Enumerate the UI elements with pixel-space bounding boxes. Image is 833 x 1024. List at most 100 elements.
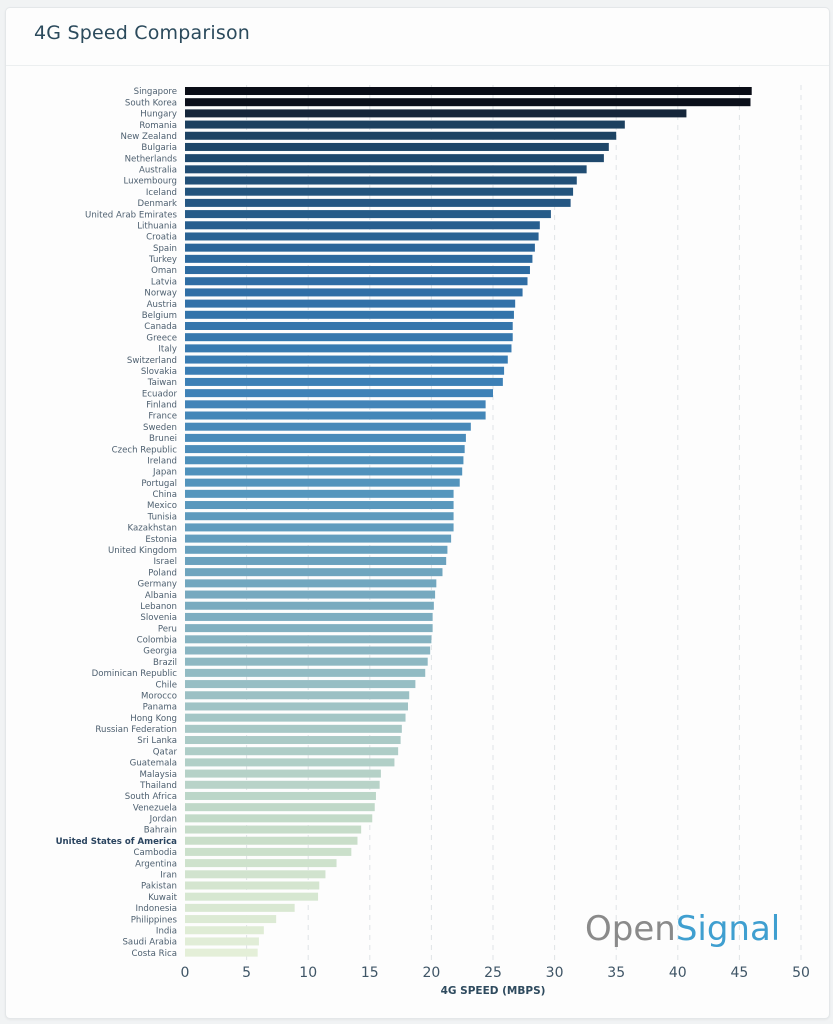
bar[interactable] [185, 512, 454, 521]
bar[interactable] [185, 243, 535, 252]
category-label: Japan [152, 468, 177, 478]
bar[interactable] [185, 747, 399, 756]
bar[interactable] [185, 758, 395, 767]
bar[interactable] [185, 556, 447, 565]
logo-open: Open [585, 909, 676, 949]
category-label: Albania [145, 591, 177, 601]
bar[interactable] [185, 736, 401, 745]
bar[interactable] [185, 277, 528, 286]
category-label: Morocco [141, 691, 177, 701]
bars [185, 87, 752, 957]
bar[interactable] [185, 254, 533, 263]
category-label: Estonia [145, 535, 177, 545]
bar[interactable] [185, 411, 486, 420]
bar[interactable] [185, 713, 406, 722]
category-label: Bahrain [144, 826, 177, 836]
bar[interactable] [185, 478, 460, 487]
bar[interactable] [185, 612, 433, 621]
bar[interactable] [185, 131, 617, 140]
bar[interactable] [185, 154, 604, 163]
category-label: Philippines [131, 915, 178, 925]
bar[interactable] [185, 769, 381, 778]
bar[interactable] [185, 98, 751, 107]
bar[interactable] [185, 221, 540, 230]
bar[interactable] [185, 780, 380, 789]
bar[interactable] [185, 545, 448, 554]
bar[interactable] [185, 825, 362, 834]
bar[interactable] [185, 903, 295, 912]
category-label: Jordan [149, 815, 177, 825]
bar[interactable] [185, 836, 358, 845]
x-axis-label: 4G SPEED (MBPS) [441, 985, 546, 997]
bar[interactable] [185, 120, 625, 129]
bar[interactable] [185, 165, 587, 174]
bar[interactable] [185, 445, 465, 454]
bar[interactable] [185, 377, 503, 386]
bar[interactable] [185, 310, 514, 319]
bar[interactable] [185, 142, 609, 151]
bar[interactable] [185, 456, 464, 465]
bar[interactable] [185, 333, 513, 342]
category-label: Latvia [151, 277, 177, 287]
bar[interactable] [185, 881, 320, 890]
bar[interactable] [185, 523, 454, 532]
bar[interactable] [185, 702, 408, 711]
bar[interactable] [185, 624, 433, 633]
bar[interactable] [185, 579, 437, 588]
bar[interactable] [185, 288, 523, 297]
category-label: Lebanon [140, 602, 177, 612]
bar[interactable] [185, 210, 551, 219]
bar[interactable] [185, 590, 436, 599]
bar[interactable] [185, 176, 577, 185]
category-label: Singapore [134, 87, 177, 97]
bar[interactable] [185, 691, 410, 700]
bar[interactable] [185, 366, 505, 375]
category-label: Chile [155, 680, 177, 690]
bar[interactable] [185, 87, 752, 95]
bar[interactable] [185, 847, 352, 856]
bar[interactable] [185, 400, 486, 409]
bar[interactable] [185, 601, 434, 610]
bar[interactable] [185, 870, 326, 879]
bar[interactable] [185, 724, 402, 733]
bar[interactable] [185, 534, 452, 543]
bar[interactable] [185, 321, 513, 330]
x-tick-label: 5 [242, 965, 251, 981]
bar[interactable] [185, 859, 337, 868]
bar[interactable] [185, 433, 466, 442]
logo-signal: Signal [676, 909, 780, 949]
bar[interactable] [185, 355, 508, 364]
category-label: United States of America [56, 837, 178, 847]
bar[interactable] [185, 568, 443, 577]
bar[interactable] [185, 266, 530, 275]
bar[interactable] [185, 668, 426, 677]
category-label: Georgia [143, 647, 177, 657]
bar[interactable] [185, 187, 574, 196]
bar[interactable] [185, 937, 259, 946]
bar[interactable] [185, 791, 376, 800]
bar[interactable] [185, 635, 432, 644]
bar[interactable] [185, 501, 454, 510]
bar[interactable] [185, 109, 687, 118]
bar[interactable] [185, 344, 512, 353]
x-tick-label: 30 [546, 965, 564, 981]
bar[interactable] [185, 422, 471, 431]
bar[interactable] [185, 680, 416, 689]
bar[interactable] [185, 389, 493, 398]
category-label: Hong Kong [130, 714, 177, 724]
bar[interactable] [185, 646, 431, 655]
bar[interactable] [185, 803, 375, 812]
category-label: Thailand [139, 781, 177, 791]
bar[interactable] [185, 915, 277, 924]
bar[interactable] [185, 926, 264, 935]
bar[interactable] [185, 198, 571, 207]
bar[interactable] [185, 489, 454, 498]
bar[interactable] [185, 814, 373, 823]
bar[interactable] [185, 892, 319, 901]
bar[interactable] [185, 657, 428, 666]
bar[interactable] [185, 467, 463, 476]
bar[interactable] [185, 948, 258, 957]
bar[interactable] [185, 232, 539, 241]
bar[interactable] [185, 299, 516, 308]
category-label: Iran [160, 871, 177, 881]
